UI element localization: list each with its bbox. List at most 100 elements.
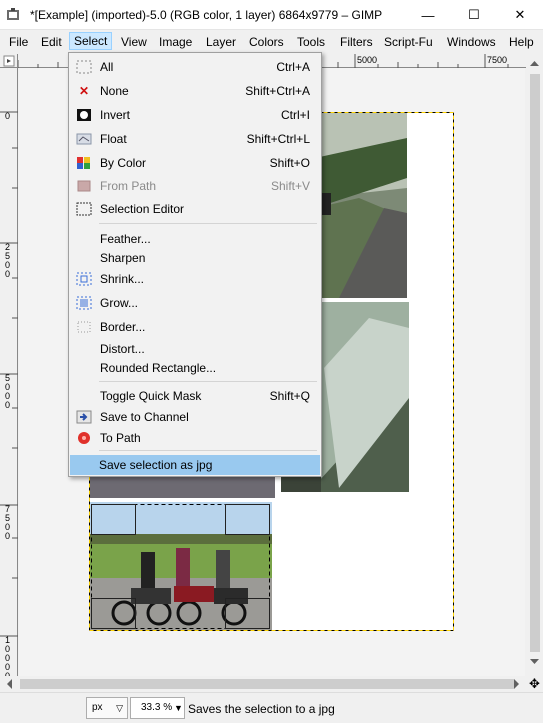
menu-image[interactable]: Image xyxy=(158,33,193,51)
menu-item-label: Invert xyxy=(100,108,131,122)
save-channel-icon xyxy=(76,410,92,424)
select-menu: All Ctrl+A ✕ None Shift+Ctrl+A Invert Ct… xyxy=(68,52,322,477)
menu-item-from-path[interactable]: From Path Shift+V xyxy=(71,176,319,196)
menu-item-float[interactable]: Float Shift+Ctrl+L xyxy=(71,129,319,149)
menu-item-label: Shrink... xyxy=(100,272,145,286)
menu-item-label: From Path xyxy=(100,179,157,193)
menu-item-shortcut: Shift+V xyxy=(270,179,310,193)
zoom-value: 33.3 % xyxy=(141,702,173,713)
menu-item-grow[interactable]: Grow... xyxy=(71,293,319,313)
ruler-corner[interactable] xyxy=(0,54,18,68)
menu-item-by-color[interactable]: By Color Shift+O xyxy=(71,153,319,173)
menu-item-shortcut: Shift+Ctrl+L xyxy=(246,132,310,146)
vertical-scrollbar[interactable] xyxy=(526,54,543,676)
select-none-icon: ✕ xyxy=(78,84,90,98)
photo-road xyxy=(315,112,407,298)
menu-item-save-to-channel[interactable]: Save to Channel xyxy=(71,407,319,427)
menu-item-label: Save selection as jpg xyxy=(99,458,213,472)
ruler-label-5000: 5000 xyxy=(357,55,378,65)
menu-item-rounded-rectangle[interactable]: Rounded Rectangle... xyxy=(71,358,319,378)
menu-item-label: Feather... xyxy=(100,232,151,246)
shrink-icon xyxy=(76,272,92,286)
menu-item-sharpen[interactable]: Sharpen xyxy=(71,248,319,268)
menu-layer[interactable]: Layer xyxy=(205,33,237,51)
vertical-ruler[interactable]: 0 2500 5000 7500 10000 xyxy=(0,68,18,681)
menu-item-shortcut: Shift+Ctrl+A xyxy=(245,84,310,98)
from-path-icon xyxy=(76,179,92,193)
menu-item-selection-editor[interactable]: Selection Editor xyxy=(71,199,319,219)
menu-item-save-selection-jpg[interactable]: Save selection as jpg xyxy=(70,455,320,475)
minimize-icon: — xyxy=(421,7,435,23)
menu-edit[interactable]: Edit xyxy=(40,33,63,51)
unit-selector[interactable]: px ▽ xyxy=(86,697,128,719)
menu-item-label: Border... xyxy=(100,320,146,334)
unit-value: px xyxy=(92,702,103,713)
minimize-button[interactable]: — xyxy=(405,0,451,30)
float-icon xyxy=(76,132,92,146)
status-message: Saves the selection to a jpg xyxy=(188,702,335,716)
photo-motorcycles xyxy=(90,502,272,630)
invert-icon xyxy=(76,108,92,122)
menu-view[interactable]: View xyxy=(120,33,148,51)
menu-item-label: Sharpen xyxy=(100,251,146,265)
navigate-icon[interactable]: ✥ xyxy=(526,676,543,692)
menu-item-none[interactable]: ✕ None Shift+Ctrl+A xyxy=(71,81,319,101)
gimp-icon xyxy=(7,8,19,20)
menu-item-toggle-quick-mask[interactable]: Toggle Quick Mask Shift+Q xyxy=(71,386,319,406)
menu-help[interactable]: Help xyxy=(508,33,535,51)
menu-item-label: To Path xyxy=(100,431,141,445)
menu-item-shortcut: Ctrl+A xyxy=(276,60,310,74)
menu-item-border[interactable]: Border... xyxy=(71,317,319,337)
vertical-scroll-arrows xyxy=(530,61,540,664)
horizontal-scrollbar[interactable] xyxy=(0,676,526,692)
menu-arrow-icon xyxy=(3,55,15,67)
grow-icon xyxy=(76,296,92,310)
close-icon: ✕ xyxy=(514,7,526,22)
menu-item-shortcut: Ctrl+I xyxy=(280,108,310,122)
by-color-icon xyxy=(76,156,92,170)
menu-separator xyxy=(99,223,317,224)
menu-file[interactable]: File xyxy=(8,33,29,51)
menu-bar: File Edit Select View Image Layer Colors… xyxy=(0,30,543,53)
menu-item-label: Rounded Rectangle... xyxy=(100,361,217,375)
menu-item-shortcut: Shift+Q xyxy=(269,389,310,403)
menu-tools[interactable]: Tools xyxy=(296,33,326,51)
ruler-ticks-vertical xyxy=(0,111,18,637)
chevron-down-icon: ▽ xyxy=(116,703,123,713)
maximize-button[interactable]: ☐ xyxy=(451,0,497,30)
horizontal-scroll-arrows xyxy=(7,679,519,689)
menu-item-label: Float xyxy=(100,132,127,146)
ruler-label-7500: 7500 xyxy=(487,55,508,65)
menu-script-fu[interactable]: Script-Fu xyxy=(383,33,434,51)
menu-item-label: Save to Channel xyxy=(100,410,189,424)
menu-item-invert[interactable]: Invert Ctrl+I xyxy=(71,105,319,125)
menu-item-label: Distort... xyxy=(100,342,145,356)
menu-item-shortcut: Shift+O xyxy=(269,156,310,170)
menu-item-feather[interactable]: Feather... xyxy=(71,229,319,249)
menu-select[interactable]: Select xyxy=(69,32,112,50)
chevron-down-icon[interactable]: ▼ xyxy=(174,703,183,713)
to-path-icon xyxy=(76,431,92,445)
border-icon xyxy=(76,320,92,334)
menu-separator xyxy=(99,450,317,451)
selection-editor-icon xyxy=(76,202,92,216)
menu-item-label: Toggle Quick Mask xyxy=(100,389,202,403)
menu-item-shrink[interactable]: Shrink... xyxy=(71,269,319,289)
ruler-label-10000: 10000 xyxy=(5,635,11,681)
menu-filters[interactable]: Filters xyxy=(339,33,374,51)
menu-colors[interactable]: Colors xyxy=(248,33,285,51)
ruler-label-2500: 2500 xyxy=(5,242,11,279)
menu-item-label: Selection Editor xyxy=(100,202,185,216)
title-bar: *[Example] (imported)-5.0 (RGB color, 1 … xyxy=(0,0,543,30)
ruler-label-7500-v: 7500 xyxy=(5,504,11,541)
close-button[interactable]: ✕ xyxy=(497,0,543,30)
menu-item-label: Grow... xyxy=(100,296,139,310)
menu-item-to-path[interactable]: To Path xyxy=(71,428,319,448)
menu-item-distort[interactable]: Distort... xyxy=(71,339,319,359)
menu-item-label: All xyxy=(100,60,114,74)
select-all-icon xyxy=(76,60,92,74)
menu-item-label: None xyxy=(100,84,129,98)
menu-separator xyxy=(99,381,317,382)
menu-windows[interactable]: Windows xyxy=(446,33,497,51)
menu-item-all[interactable]: All Ctrl+A xyxy=(71,57,319,77)
